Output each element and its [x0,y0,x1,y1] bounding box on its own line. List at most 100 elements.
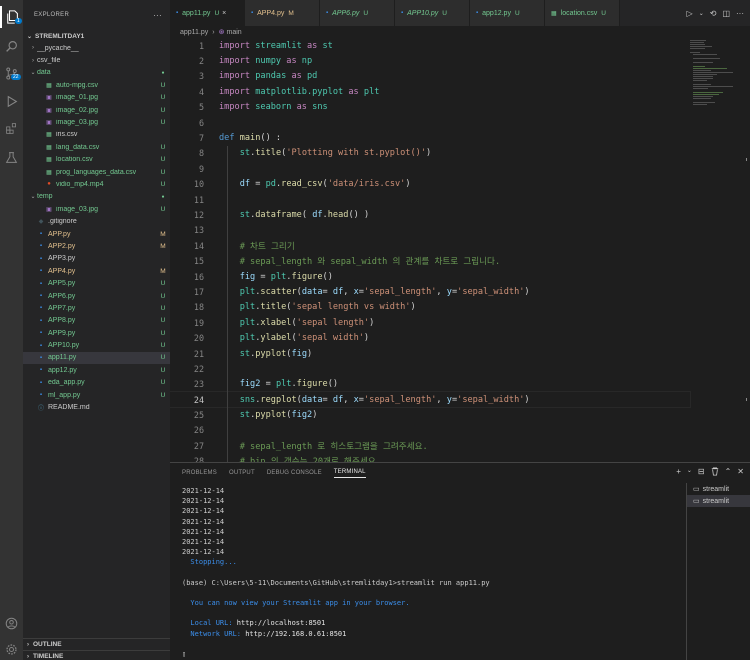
python-file-icon: ▪ [39,342,43,349]
code-token: fig [239,271,256,282]
code-token: as [286,71,307,82]
timeline-section[interactable]: › TIMELINE [23,650,170,660]
tree-file[interactable]: ▪ APP5.py U [23,277,170,289]
tree-file[interactable]: ▪ APP8.py U [23,315,170,327]
code-line: 20 plt.ylabel('sepal width') [170,330,690,345]
tree-file[interactable]: ▪ app11.py U [23,351,170,365]
split-editor-icon[interactable]: ◫ [722,9,730,18]
new-terminal-icon[interactable]: + [676,467,681,478]
tab-terminal[interactable]: TERMINAL [333,469,366,478]
project-folder[interactable]: ⌄ STREMLITDAY1 [23,30,170,42]
code-token: pd [265,179,276,190]
tree-file[interactable]: ⓘ README.md [23,401,170,413]
extensions-icon[interactable] [0,117,23,139]
compare-changes-icon[interactable]: ⟲ [710,9,717,18]
terminal-icon: ▭ [693,498,700,505]
terminal-list-item[interactable]: ▭ streamlit [687,483,750,495]
chevron-down-icon[interactable]: ⌄ [699,10,704,17]
tree-file[interactable]: ▪ APP10.py U [23,339,170,351]
tree-file[interactable]: ▪ APP4.py M [23,265,170,277]
code-text: st.pyplot(fig) [204,349,313,359]
code-editor[interactable]: 1 import streamlit as st 2 import numpy as … [170,38,691,462]
tree-file[interactable]: ▪ APP.py M [23,228,170,240]
trash-icon[interactable] [711,467,719,478]
run-debug-icon[interactable] [0,90,23,112]
outline-section[interactable]: › OUTLINE [23,638,170,650]
files-icon[interactable]: 1 [0,6,23,28]
tree-folder[interactable]: ⌄ data ● [23,67,170,79]
tree-file[interactable]: ▪ APP9.py U [23,327,170,339]
minimap[interactable] [688,38,738,118]
tree-file[interactable]: ▣ image_01.jpg U [23,92,170,104]
tree-file[interactable]: ▣ image_03.jpg U [23,116,170,128]
terminal-url[interactable]: http://localhost:8501 [237,619,326,627]
git-status-badge: U [160,329,166,337]
tab-debug-console[interactable]: DEBUG CONSOLE [267,470,322,476]
tree-file[interactable]: ▦ iris.csv [23,129,170,141]
tree-file[interactable]: ▪ app12.py U [23,364,170,376]
code-token: read_csv [281,179,323,190]
terminal-output[interactable]: 2021-12-14 2021-12-14 2021-12-14 2021-12-14… [182,487,682,660]
tree-file[interactable]: ▪ eda_app.py U [23,377,170,389]
more-actions-icon[interactable]: ··· [736,9,744,18]
tree-file[interactable]: ▣ image_03.jpg U [23,203,170,215]
code-text: st.pyplot(fig2) [204,410,318,420]
breadcrumb-file[interactable]: app11.py [180,29,208,36]
tree-file[interactable]: ▪ APP6.py U [23,290,170,302]
chevron-right-icon: › [32,45,34,52]
tree-file[interactable]: ▦ location.csv U [23,154,170,166]
tree-file[interactable]: ● vidio_mp4.mp4 U [23,178,170,190]
source-control-icon[interactable]: 22 [0,62,23,84]
editor-tab[interactable]: ▪ APP4.py M [245,0,320,26]
file-name: APP2.py [48,242,76,250]
tree-folder[interactable]: ⌄ temp ● [23,191,170,203]
tree-file[interactable]: ▪ APP7.py U [23,302,170,314]
tree-file[interactable]: ◆ .gitignore [23,215,170,227]
run-file-icon[interactable]: ▷ [687,9,693,18]
tree-file[interactable]: ▦ auto-mpg.csv U [23,79,170,91]
editor-tab[interactable]: ▪ APP6.py U [320,0,395,26]
terminal-url[interactable]: http://192.168.0.61:8501 [245,630,346,638]
terminal-list-item[interactable]: ▭ streamlit [687,495,750,507]
tree-file[interactable]: ▪ APP3.py [23,253,170,265]
settings-gear-icon[interactable] [0,638,23,660]
chevron-down-icon: ⌄ [30,70,36,77]
tree-file[interactable]: ▪ APP2.py M [23,240,170,252]
line-number: 25 [193,410,204,421]
tab-output[interactable]: OUTPUT [229,470,255,476]
terminal-line: 2021-12-14 [182,497,225,506]
code-line: 22 [170,361,690,376]
tree-folder[interactable]: › csv_file [23,54,170,66]
flask-icon[interactable] [0,146,23,168]
vertical-scrollbar[interactable] [738,38,750,462]
close-icon[interactable]: × [222,10,226,17]
editor-tab[interactable]: ▪ app11.py U × [170,0,245,26]
tree-file[interactable]: ▣ image_02.jpg U [23,104,170,116]
maximize-panel-icon[interactable]: ⌃ [725,467,732,478]
account-icon[interactable] [0,612,23,634]
editor-tab[interactable]: ▦ location.csv U [545,0,620,26]
tab-status-badge: U [514,9,520,17]
python-file-icon: ▪ [39,354,43,361]
tree-file[interactable]: ▪ ml_app.py U [23,389,170,401]
more-actions-icon[interactable]: ··· [153,11,162,20]
tree-file[interactable]: ▦ lang_data.csv U [23,141,170,153]
chevron-down-icon[interactable]: ⌄ [687,467,692,478]
git-status-badge: U [160,143,166,151]
tab-problems[interactable]: PROBLEMS [182,470,217,476]
editor-tab[interactable]: ▪ APP10.py U [395,0,470,26]
search-icon[interactable] [0,35,23,57]
tree-file[interactable]: ▦ prog_languages_data.csv U [23,166,170,178]
file-name: README.md [48,404,90,412]
code-text: plt.xlabel('sepal length') [204,318,375,328]
python-file-icon: ▪ [39,293,43,299]
editor-tab[interactable]: ▪ app12.py U [470,0,545,26]
python-file-icon: ▪ [39,317,43,324]
close-icon[interactable]: ✕ [737,467,744,478]
split-terminal-icon[interactable]: ⊟ [698,467,705,478]
code-text: import pandas as pd [204,71,317,81]
tree-folder[interactable]: › __pycache__ [23,42,170,54]
breadcrumb-symbol[interactable]: main [227,29,242,36]
